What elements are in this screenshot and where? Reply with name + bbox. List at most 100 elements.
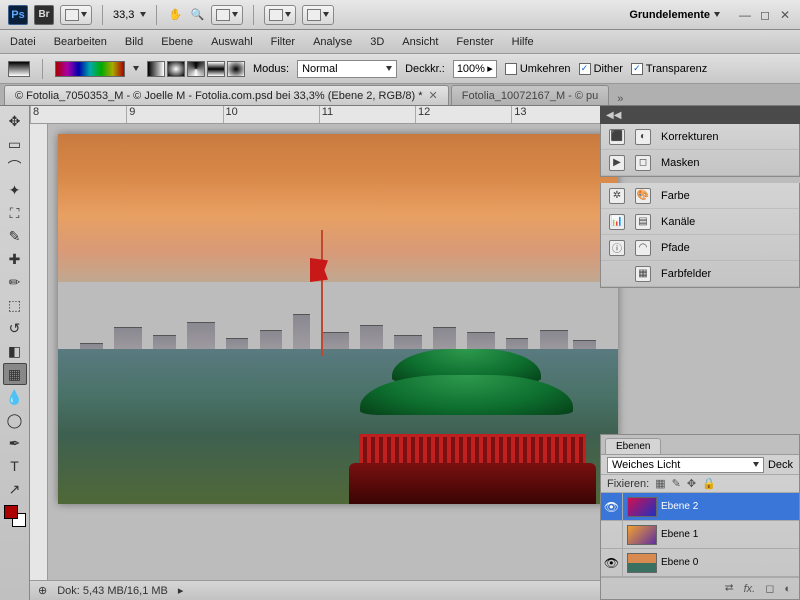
layer-name[interactable]: Ebene 0 bbox=[661, 557, 698, 568]
tab-overflow-icon[interactable]: » bbox=[617, 93, 623, 105]
layer-visibility-icon[interactable]: 👁 bbox=[601, 493, 623, 520]
menu-edit[interactable]: Bearbeiten bbox=[54, 36, 107, 48]
layer-thumbnail[interactable] bbox=[627, 553, 657, 573]
workspace-switcher[interactable]: Grundelemente bbox=[629, 9, 720, 21]
layer-opacity-label: Deck bbox=[768, 459, 793, 471]
radial-gradient-button[interactable] bbox=[167, 61, 185, 77]
maximize-button[interactable]: ◻ bbox=[758, 8, 772, 22]
layer-name[interactable]: Ebene 1 bbox=[661, 529, 698, 540]
document-tab-active[interactable]: © Fotolia_7050353_M - © Joelle M - Fotol… bbox=[4, 85, 449, 105]
titlebar: Ps Br 33,3 ✋ 🔍 Grundelemente — ◻ ✕ bbox=[0, 0, 800, 30]
levels-icon: ⬛ bbox=[609, 129, 625, 145]
layer-visibility-icon[interactable] bbox=[601, 521, 623, 548]
menu-filter[interactable]: Filter bbox=[271, 36, 295, 48]
layer-fx-icon[interactable]: fx. bbox=[744, 583, 756, 595]
opacity-field[interactable]: 100%▸ bbox=[453, 60, 497, 78]
menu-image[interactable]: Bild bbox=[125, 36, 143, 48]
blend-mode-select[interactable]: Normal bbox=[297, 60, 397, 78]
color-swatch[interactable] bbox=[4, 505, 26, 527]
blur-tool[interactable]: 💧 bbox=[3, 386, 27, 408]
paths-icon: ◠ bbox=[635, 240, 651, 256]
marquee-tool[interactable]: ▭ bbox=[3, 133, 27, 155]
crop-tool[interactable]: ⛶ bbox=[3, 202, 27, 224]
linear-gradient-button[interactable] bbox=[147, 61, 165, 77]
panel-kanaele[interactable]: 📊▤Kanäle bbox=[601, 209, 799, 235]
document-tabs: © Fotolia_7050353_M - © Joelle M - Fotol… bbox=[0, 84, 800, 106]
menu-file[interactable]: Datei bbox=[10, 36, 36, 48]
history-brush-tool[interactable]: ↺ bbox=[3, 317, 27, 339]
zoom-icon[interactable]: 🔍 bbox=[189, 7, 205, 23]
dodge-tool[interactable]: ◯ bbox=[3, 409, 27, 431]
zoom-status[interactable]: ⊕ bbox=[38, 584, 47, 597]
adjust-icon: ◐ bbox=[635, 129, 651, 145]
gradient-tool-icon[interactable] bbox=[8, 61, 30, 77]
eyedropper-tool[interactable]: ✎ bbox=[3, 225, 27, 247]
arrange-dropdown[interactable] bbox=[264, 5, 296, 25]
right-dock: ◀◀ ⬛◐Korrekturen ▶◻Masken ✲🎨Farbe 📊▤Kanä… bbox=[600, 106, 800, 288]
lock-all-icon[interactable]: 🔒 bbox=[702, 477, 716, 490]
panel-farbfelder[interactable]: ▦Farbfelder bbox=[601, 261, 799, 287]
layout-dropdown[interactable] bbox=[60, 5, 92, 25]
path-tool[interactable]: ↗ bbox=[3, 478, 27, 500]
layer-row[interactable]: Ebene 1 bbox=[601, 521, 799, 549]
layer-name[interactable]: Ebene 2 bbox=[661, 501, 698, 512]
close-tab-icon[interactable]: ✕ bbox=[429, 89, 438, 102]
panel-korrekturen[interactable]: ⬛◐Korrekturen bbox=[601, 124, 799, 150]
panel-pfade[interactable]: ⓘ◠Pfade bbox=[601, 235, 799, 261]
eraser-tool[interactable]: ◧ bbox=[3, 340, 27, 362]
lasso-tool[interactable]: ⌒ bbox=[3, 156, 27, 178]
brush-tool[interactable]: ✏ bbox=[3, 271, 27, 293]
bridge-icon[interactable]: Br bbox=[34, 5, 54, 25]
adjustment-layer-icon[interactable]: ◐ bbox=[784, 583, 791, 595]
pen-tool[interactable]: ✒ bbox=[3, 432, 27, 454]
menu-view[interactable]: Ansicht bbox=[402, 36, 438, 48]
stamp-tool[interactable]: ⬚ bbox=[3, 294, 27, 316]
layer-row[interactable]: 👁 Ebene 0 bbox=[601, 549, 799, 577]
menu-analyse[interactable]: Analyse bbox=[313, 36, 352, 48]
menu-select[interactable]: Auswahl bbox=[211, 36, 253, 48]
image-canvas[interactable] bbox=[58, 134, 618, 504]
move-tool[interactable]: ✥ bbox=[3, 110, 27, 132]
zoom-level[interactable]: 33,3 bbox=[113, 9, 134, 21]
transparency-checkbox[interactable]: ✓Transparenz bbox=[631, 63, 707, 75]
layer-thumbnail[interactable] bbox=[627, 525, 657, 545]
menu-3d[interactable]: 3D bbox=[370, 36, 384, 48]
layer-visibility-icon[interactable]: 👁 bbox=[601, 549, 623, 576]
diamond-gradient-button[interactable] bbox=[227, 61, 245, 77]
lock-position-icon[interactable]: ✥ bbox=[687, 477, 696, 490]
collapse-dock-icon[interactable]: ◀◀ bbox=[606, 110, 621, 121]
menu-help[interactable]: Hilfe bbox=[512, 36, 534, 48]
add-mask-icon[interactable]: ◻ bbox=[765, 582, 774, 595]
minimize-button[interactable]: — bbox=[738, 8, 752, 22]
info-icon: ⓘ bbox=[609, 240, 625, 256]
magic-wand-tool[interactable]: ✦ bbox=[3, 179, 27, 201]
layers-tab[interactable]: Ebenen bbox=[605, 438, 661, 454]
view-dropdown[interactable] bbox=[211, 5, 243, 25]
gradient-tool[interactable]: ▦ bbox=[3, 363, 27, 385]
lock-transparent-icon[interactable]: ▦ bbox=[655, 477, 665, 490]
gradient-preview[interactable] bbox=[55, 61, 125, 77]
reflected-gradient-button[interactable] bbox=[207, 61, 225, 77]
layer-row[interactable]: 👁 Ebene 2 bbox=[601, 493, 799, 521]
type-tool[interactable]: T bbox=[3, 455, 27, 477]
hand-icon[interactable]: ✋ bbox=[167, 7, 183, 23]
angle-gradient-button[interactable] bbox=[187, 61, 205, 77]
channels-icon: ▤ bbox=[635, 214, 651, 230]
layer-blend-select[interactable]: Weiches Licht bbox=[607, 457, 764, 473]
healing-tool[interactable]: ✚ bbox=[3, 248, 27, 270]
screen-mode-dropdown[interactable] bbox=[302, 5, 334, 25]
layer-thumbnail[interactable] bbox=[627, 497, 657, 517]
close-button[interactable]: ✕ bbox=[778, 8, 792, 22]
color-icon: 🎨 bbox=[635, 188, 651, 204]
reverse-checkbox[interactable]: Umkehren bbox=[505, 63, 571, 75]
layers-panel: Ebenen Weiches Licht Deck Fixieren: ▦ ✎ … bbox=[600, 434, 800, 600]
menu-window[interactable]: Fenster bbox=[456, 36, 493, 48]
document-tab-inactive[interactable]: Fotolia_10072167_M - © pu bbox=[451, 85, 610, 105]
link-layers-icon[interactable]: ⮂ bbox=[725, 582, 734, 595]
app-icon[interactable]: Ps bbox=[8, 5, 28, 25]
panel-farbe[interactable]: ✲🎨Farbe bbox=[601, 183, 799, 209]
dither-checkbox[interactable]: ✓Dither bbox=[579, 63, 623, 75]
panel-masken[interactable]: ▶◻Masken bbox=[601, 150, 799, 176]
menu-layer[interactable]: Ebene bbox=[161, 36, 193, 48]
lock-brush-icon[interactable]: ✎ bbox=[672, 477, 681, 490]
